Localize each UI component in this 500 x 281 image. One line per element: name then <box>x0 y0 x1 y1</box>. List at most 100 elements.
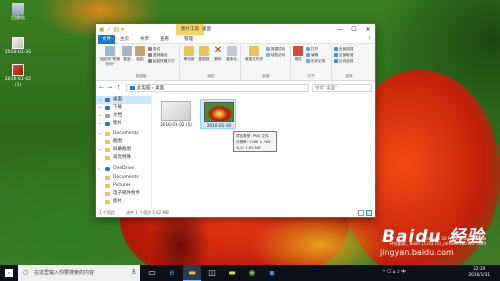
nav-item-documents[interactable]: ⊸ 文档 <box>96 112 151 120</box>
address-bar[interactable]: 此电脑 › 桌面 <box>126 84 309 92</box>
file-name: 2016-01-02 (5) <box>160 122 192 127</box>
forward-arrow-icon[interactable]: → <box>106 83 113 93</box>
app-icon[interactable]: ▪ <box>263 265 281 281</box>
expand-chevron-icon: › <box>98 166 100 171</box>
nav-item-highlights[interactable]: 高亮特殊 <box>96 154 151 162</box>
nav-item-onedrive[interactable]: › OneDrive <box>96 165 151 173</box>
cloud-icon <box>105 167 110 171</box>
invert-selection-button[interactable]: 反向选择 <box>334 59 353 64</box>
select-all-button[interactable]: 全部选择 <box>334 47 353 52</box>
open-button[interactable]: 打开 <box>306 47 318 52</box>
task-view-icon[interactable]: ▭ <box>143 265 161 281</box>
move-to-button[interactable]: 移动到 <box>182 46 196 62</box>
folder-copy-icon <box>199 46 209 56</box>
folder-move-icon <box>184 46 194 56</box>
nav-item-onedrive-pictures[interactable]: Pictures <box>96 182 151 190</box>
ribbon-tabs: 文件 主页 共享 查看 管理 ? <box>96 35 375 44</box>
maximize-button[interactable]: ☐ <box>347 24 361 35</box>
nav-item-onedrive-images[interactable]: 图片 <box>96 198 151 206</box>
easy-access-button[interactable]: 轻松访问 <box>266 53 285 58</box>
title-bar[interactable]: ▣ ✓ ▤ ▾ 图片工具 桌面 — ☐ ✕ <box>96 24 375 35</box>
paste-shortcut-button[interactable]: 粘贴快捷方式 <box>148 59 175 64</box>
system-tray[interactable]: ^ ☐ ⌂ ♪ 中 <box>382 265 406 281</box>
file-list: 2016-01-02 (5) 2016-01-30 项目类型: PNG 文件 分… <box>153 95 375 209</box>
new-item-button[interactable]: 新建项目 <box>266 47 285 52</box>
taskbar-clock[interactable]: 22:20 2016/1/31 <box>469 266 490 278</box>
edit-button[interactable]: 编辑 <box>306 53 318 58</box>
pin-icon: ⊸ <box>98 113 102 118</box>
clipboard-icon <box>135 46 145 56</box>
tab-view[interactable]: 查看 <box>156 35 173 44</box>
search-input[interactable]: 搜索"桌面" <box>312 84 372 92</box>
details-view-icon[interactable] <box>358 210 364 216</box>
nav-item-documents-2[interactable]: ⊸ Documents <box>96 130 151 138</box>
new-group-label: 新建 <box>262 74 270 78</box>
rename-button[interactable]: 重命名 <box>225 46 238 62</box>
tab-home[interactable]: 主页 <box>116 35 133 44</box>
help-icon[interactable]: ? <box>364 35 374 44</box>
edge-browser-icon[interactable]: e <box>163 265 181 281</box>
pin-icon: ⊸ <box>98 97 102 102</box>
new-folder-button[interactable]: 新建文件夹 <box>244 46 264 62</box>
status-bar: 2 个项目 选中 1 个项目 1.62 MB <box>96 209 375 217</box>
properties-button[interactable]: 属性 <box>292 46 304 62</box>
up-arrow-icon[interactable]: ↑ <box>115 83 122 93</box>
edit-icon <box>306 53 310 57</box>
nav-item-downloads[interactable]: ⊸ 下载 <box>96 104 151 112</box>
quick-access-toolbar[interactable]: ▣ ✓ ▤ ▾ <box>99 26 124 33</box>
select-none-button[interactable]: 全部取消 <box>334 53 353 58</box>
desktop-icon-file-2016-01-02[interactable]: 2016-01-02 (5) <box>3 64 33 89</box>
folder-icon <box>105 132 110 136</box>
copy-button[interactable]: 复制 <box>121 46 133 62</box>
history-button[interactable]: 历史记录 <box>306 59 325 64</box>
nav-item-screen-captures[interactable]: ⊸ 屏幕截图 <box>96 146 151 154</box>
copy-path-button[interactable]: 复制路径 <box>148 53 167 58</box>
select-group-label: 选择 <box>345 74 353 78</box>
minimize-button[interactable]: — <box>333 24 347 35</box>
nav-item-onedrive-documents[interactable]: Documents <box>96 174 151 182</box>
desktop-icon-label: 2016-01-30 <box>4 50 32 55</box>
nav-item-email-attachments[interactable]: 电子邮件附件 <box>96 190 151 198</box>
start-button[interactable] <box>0 265 18 281</box>
organize-group-label: 组织 <box>207 74 215 78</box>
nav-item-desktop[interactable]: ⊸ 桌面 <box>96 96 151 104</box>
tab-manage[interactable]: 管理 <box>180 35 197 44</box>
desktop-icon-recycle-bin[interactable]: 回收站 <box>3 3 33 22</box>
taskbar-search-box[interactable]: ○ 在这里输入你要搜索的内容 ♁ <box>18 265 140 281</box>
file-explorer-taskbar-icon[interactable]: ▬ <box>183 265 201 281</box>
folder-taskbar-icon[interactable]: ▬ <box>223 265 241 281</box>
file-item[interactable]: 2016-01-02 (5) <box>158 99 194 129</box>
close-button[interactable]: ✕ <box>361 24 375 35</box>
copy-to-button[interactable]: 复制到 <box>197 46 211 62</box>
microphone-icon[interactable]: ♁ <box>132 265 136 281</box>
png-file-icon <box>12 64 24 76</box>
delete-button[interactable]: ✕ 删除 <box>212 46 224 62</box>
path-icon <box>148 53 152 57</box>
item-count: 2 个项目 <box>99 210 115 215</box>
large-icons-view-icon[interactable] <box>366 210 372 216</box>
desktop-icon-label: 2016-01-02 (5) <box>4 77 32 88</box>
pin-icon: ⊸ <box>98 105 102 110</box>
chrome-icon[interactable]: ◉ <box>243 265 261 281</box>
png-file-icon <box>12 37 24 49</box>
navigation-pane: ⊸ 桌面 ⊸ 下载 ⊸ 文档 ⊸ 图片 ⊸ Documents 截图 ⊸ 屏幕截图 高亮特殊… <box>96 95 152 209</box>
desktop-icon-file-2016-01-30[interactable]: 2016-01-30 <box>3 37 33 56</box>
new-folder-icon <box>249 46 259 56</box>
tab-file[interactable]: 文件 <box>98 35 115 44</box>
store-icon[interactable]: ◫ <box>203 265 221 281</box>
nav-item-pictures[interactable]: ⊸ 图片 <box>96 120 151 128</box>
file-item-selected[interactable]: 2016-01-30 <box>200 99 236 129</box>
tab-share[interactable]: 共享 <box>136 35 153 44</box>
baidu-jingyan-watermark: Baidu 经验 jingyan.baidu.com <box>378 226 493 266</box>
history-icon <box>306 59 310 63</box>
watermark-url: jingyan.baidu.com <box>380 248 454 257</box>
nav-item-screenshot[interactable]: 截图 <box>96 138 151 146</box>
invert-selection-icon <box>334 59 338 63</box>
clipboard-group-label: 剪贴板 <box>135 74 147 78</box>
pin-quick-access-button[interactable]: 固定到"快速访问" <box>99 46 121 66</box>
back-arrow-icon[interactable]: ← <box>98 83 105 93</box>
search-icon: ○ <box>23 269 29 276</box>
paste-button[interactable]: 粘贴 <box>134 46 146 62</box>
cut-button[interactable]: 剪切 <box>148 47 160 52</box>
delete-x-icon: ✕ <box>213 45 223 56</box>
